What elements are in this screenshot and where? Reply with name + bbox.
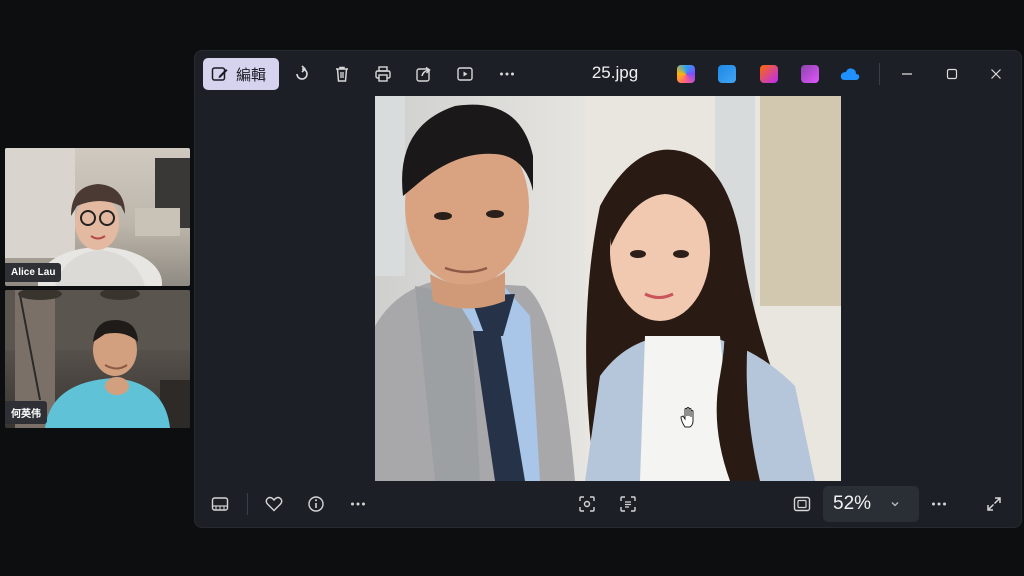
visual-search-icon [579, 496, 595, 512]
participant-video-alice[interactable]: Alice Lau [5, 148, 190, 286]
bottom-divider [247, 493, 248, 515]
copilot-icon[interactable] [677, 65, 695, 83]
maximize-icon [946, 68, 958, 80]
filmstrip-button[interactable] [203, 489, 237, 519]
print-button[interactable] [366, 59, 400, 89]
title-bar: 編輯 25.jpg [195, 51, 1021, 97]
delete-button[interactable] [325, 59, 359, 89]
print-icon [375, 66, 391, 82]
onedrive-icon[interactable] [840, 66, 860, 82]
zoom-level: 52% [833, 493, 872, 514]
close-button[interactable] [976, 59, 1016, 89]
share-icon [416, 66, 431, 82]
maximize-button[interactable] [932, 59, 972, 89]
share-button[interactable] [407, 59, 441, 89]
chevron-down-icon [891, 502, 899, 507]
clipchamp-icon[interactable] [760, 65, 778, 83]
more-icon [351, 502, 365, 506]
favorite-icon [265, 496, 283, 512]
participant-name: 何英伟 [5, 401, 47, 424]
visual-search-button[interactable] [570, 489, 604, 519]
close-icon [991, 69, 1001, 79]
participant-name: Alice Lau [5, 263, 62, 282]
slideshow-button[interactable] [448, 59, 482, 89]
slideshow-icon [457, 67, 473, 81]
file-name: 25.jpg [591, 63, 639, 82]
fullscreen-button[interactable] [977, 489, 1011, 519]
fit-screen-button[interactable] [785, 489, 819, 519]
favorite-button[interactable] [257, 489, 291, 519]
designer-icon[interactable] [718, 65, 736, 83]
displayed-photo[interactable] [375, 96, 841, 481]
fit-screen-icon [793, 496, 811, 512]
more-icon [500, 72, 514, 76]
edit-button[interactable]: 編輯 [203, 58, 279, 90]
fullscreen-icon [987, 497, 1001, 511]
photo-viewer-window: 編輯 25.jpg 52% [194, 50, 1022, 528]
minimize-icon [902, 73, 912, 75]
rotate-button[interactable] [285, 59, 319, 89]
more-button-bottom[interactable] [341, 489, 375, 519]
rotate-icon [296, 65, 308, 80]
info-button[interactable] [299, 489, 333, 519]
info-icon [308, 496, 324, 512]
more-button[interactable] [490, 59, 524, 89]
more-button-right[interactable] [922, 489, 956, 519]
more-icon [932, 502, 946, 506]
zoom-dropdown[interactable]: 52% [823, 486, 919, 522]
edit-label: 編輯 [236, 65, 267, 84]
bottom-toolbar: 52% [195, 481, 1021, 527]
title-divider [879, 63, 880, 85]
photos-icon[interactable] [801, 65, 819, 83]
photo-image [375, 96, 841, 481]
text-scan-icon [620, 496, 636, 512]
delete-icon [336, 66, 348, 82]
edit-icon [211, 67, 228, 81]
minimize-button[interactable] [887, 59, 927, 89]
text-scan-button[interactable] [611, 489, 645, 519]
hand-cursor-icon [680, 407, 694, 428]
participant-video-he[interactable]: 何英伟 [5, 290, 190, 428]
filmstrip-icon [211, 497, 229, 511]
